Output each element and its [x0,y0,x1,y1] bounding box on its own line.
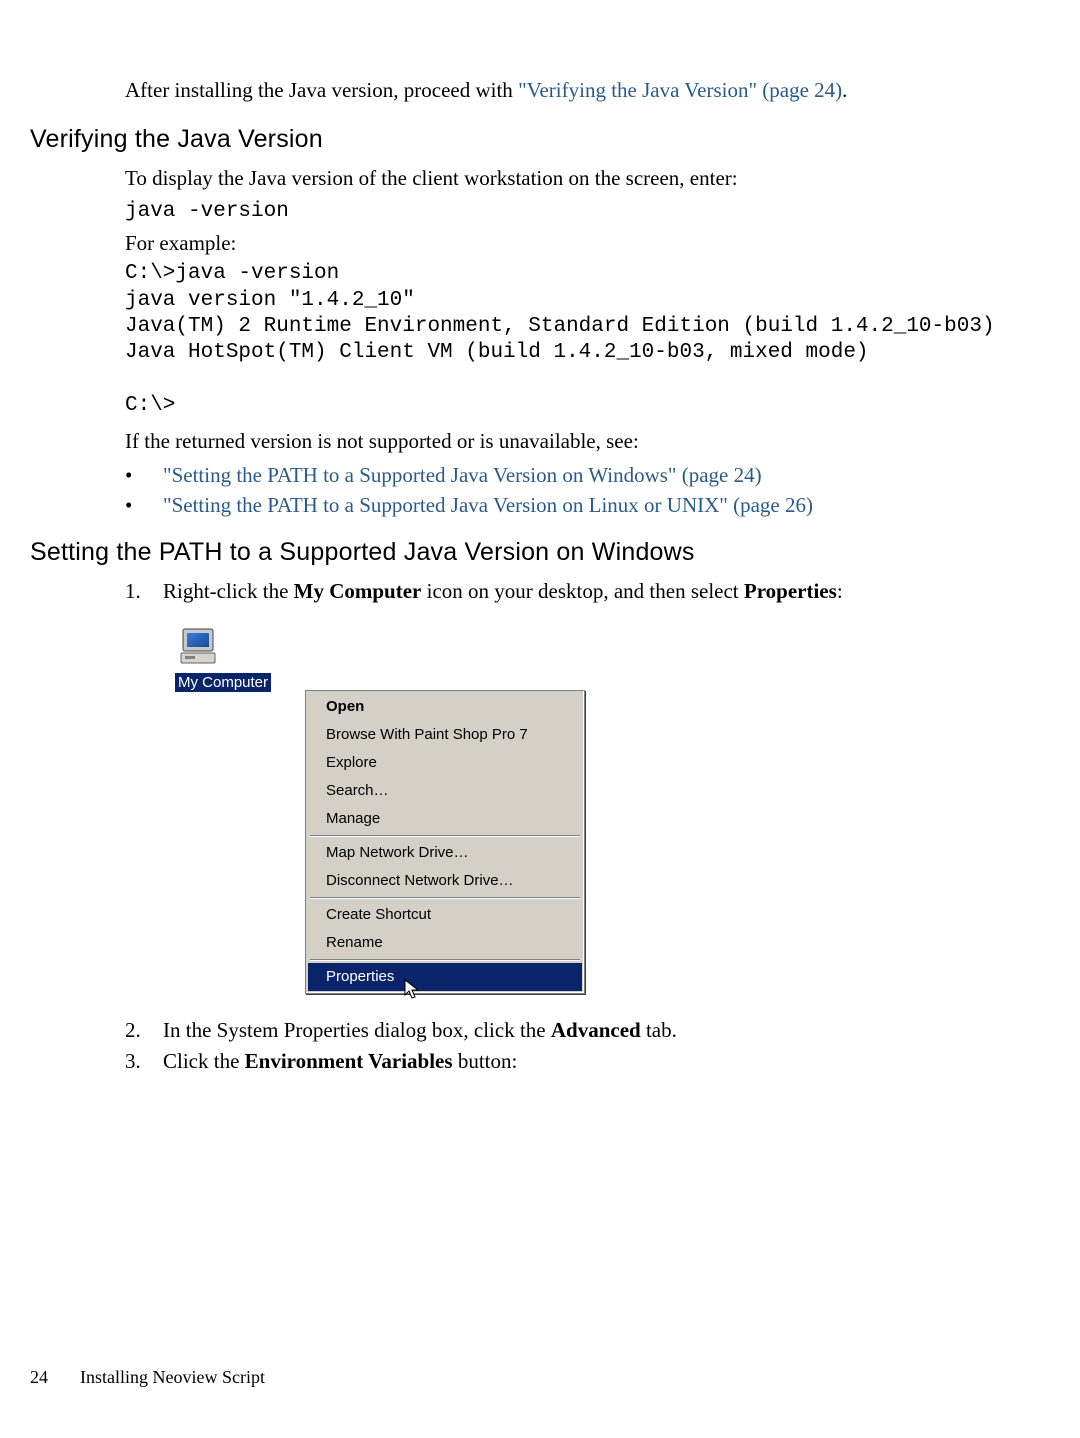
menu-map-drive[interactable]: Map Network Drive… [308,839,582,867]
heading-setting-path-windows: Setting the PATH to a Supported Java Ver… [30,538,1080,567]
s1-p1: To display the Java version of the clien… [125,164,1020,192]
my-computer-icon [177,627,223,667]
menu-properties[interactable]: Properties [308,963,582,991]
intro-suffix: . [842,78,847,102]
my-computer-label[interactable]: My Computer [175,673,271,692]
context-menu-figure: My Computer Open Browse With Paint Shop … [175,627,1020,994]
intro-paragraph: After installing the Java version, proce… [125,76,1020,104]
step-2: 2. In the System Properties dialog box, … [125,1016,1020,1044]
step-3: 3. Click the Environment Variables butto… [125,1047,1020,1075]
footer-title: Installing Neoview Script [80,1367,265,1388]
menu-browse-psp[interactable]: Browse With Paint Shop Pro 7 [308,721,582,749]
intro-link[interactable]: "Verifying the Java Version" (page 24) [518,78,842,102]
page-footer: 24 Installing Neoview Script [30,1367,265,1388]
menu-open[interactable]: Open [308,693,582,721]
menu-separator [310,835,580,837]
menu-search[interactable]: Search… [308,777,582,805]
for-example-label: For example: [125,229,1020,257]
cursor-icon [404,979,422,1001]
step-text: Right-click the My Computer icon on your… [163,577,843,605]
page-number: 24 [30,1367,58,1388]
bullet-link-windows[interactable]: "Setting the PATH to a Supported Java Ve… [163,461,762,489]
heading-verifying-java-version: Verifying the Java Version [30,125,1080,154]
menu-explore[interactable]: Explore [308,749,582,777]
step-number: 2. [125,1016,163,1044]
menu-separator [310,959,580,961]
numbered-list-cont: 2. In the System Properties dialog box, … [125,1016,1020,1075]
code-java-version-cmd: java -version [125,199,1020,225]
step-1: 1. Right-click the My Computer icon on y… [125,577,1020,605]
menu-manage[interactable]: Manage [308,805,582,833]
s1-p2: If the returned version is not supported… [125,427,1020,455]
bullet-dot: • [125,461,163,489]
bullet-dot: • [125,491,163,519]
context-menu: Open Browse With Paint Shop Pro 7 Explor… [305,690,585,994]
intro-prefix: After installing the Java version, proce… [125,78,518,102]
bullet-item: • "Setting the PATH to a Supported Java … [125,461,1020,489]
step-text: Click the Environment Variables button: [163,1047,517,1075]
bullet-item: • "Setting the PATH to a Supported Java … [125,491,1020,519]
menu-rename[interactable]: Rename [308,929,582,957]
bullet-list: • "Setting the PATH to a Supported Java … [125,461,1020,520]
menu-separator [310,897,580,899]
step-number: 3. [125,1047,163,1075]
code-java-version-output: C:\>java -version java version "1.4.2_10… [125,261,1020,419]
step-text: In the System Properties dialog box, cli… [163,1016,677,1044]
step-number: 1. [125,577,163,605]
numbered-list: 1. Right-click the My Computer icon on y… [125,577,1020,605]
bullet-link-unix[interactable]: "Setting the PATH to a Supported Java Ve… [163,491,813,519]
menu-disconnect-drive[interactable]: Disconnect Network Drive… [308,867,582,895]
menu-create-shortcut[interactable]: Create Shortcut [308,901,582,929]
